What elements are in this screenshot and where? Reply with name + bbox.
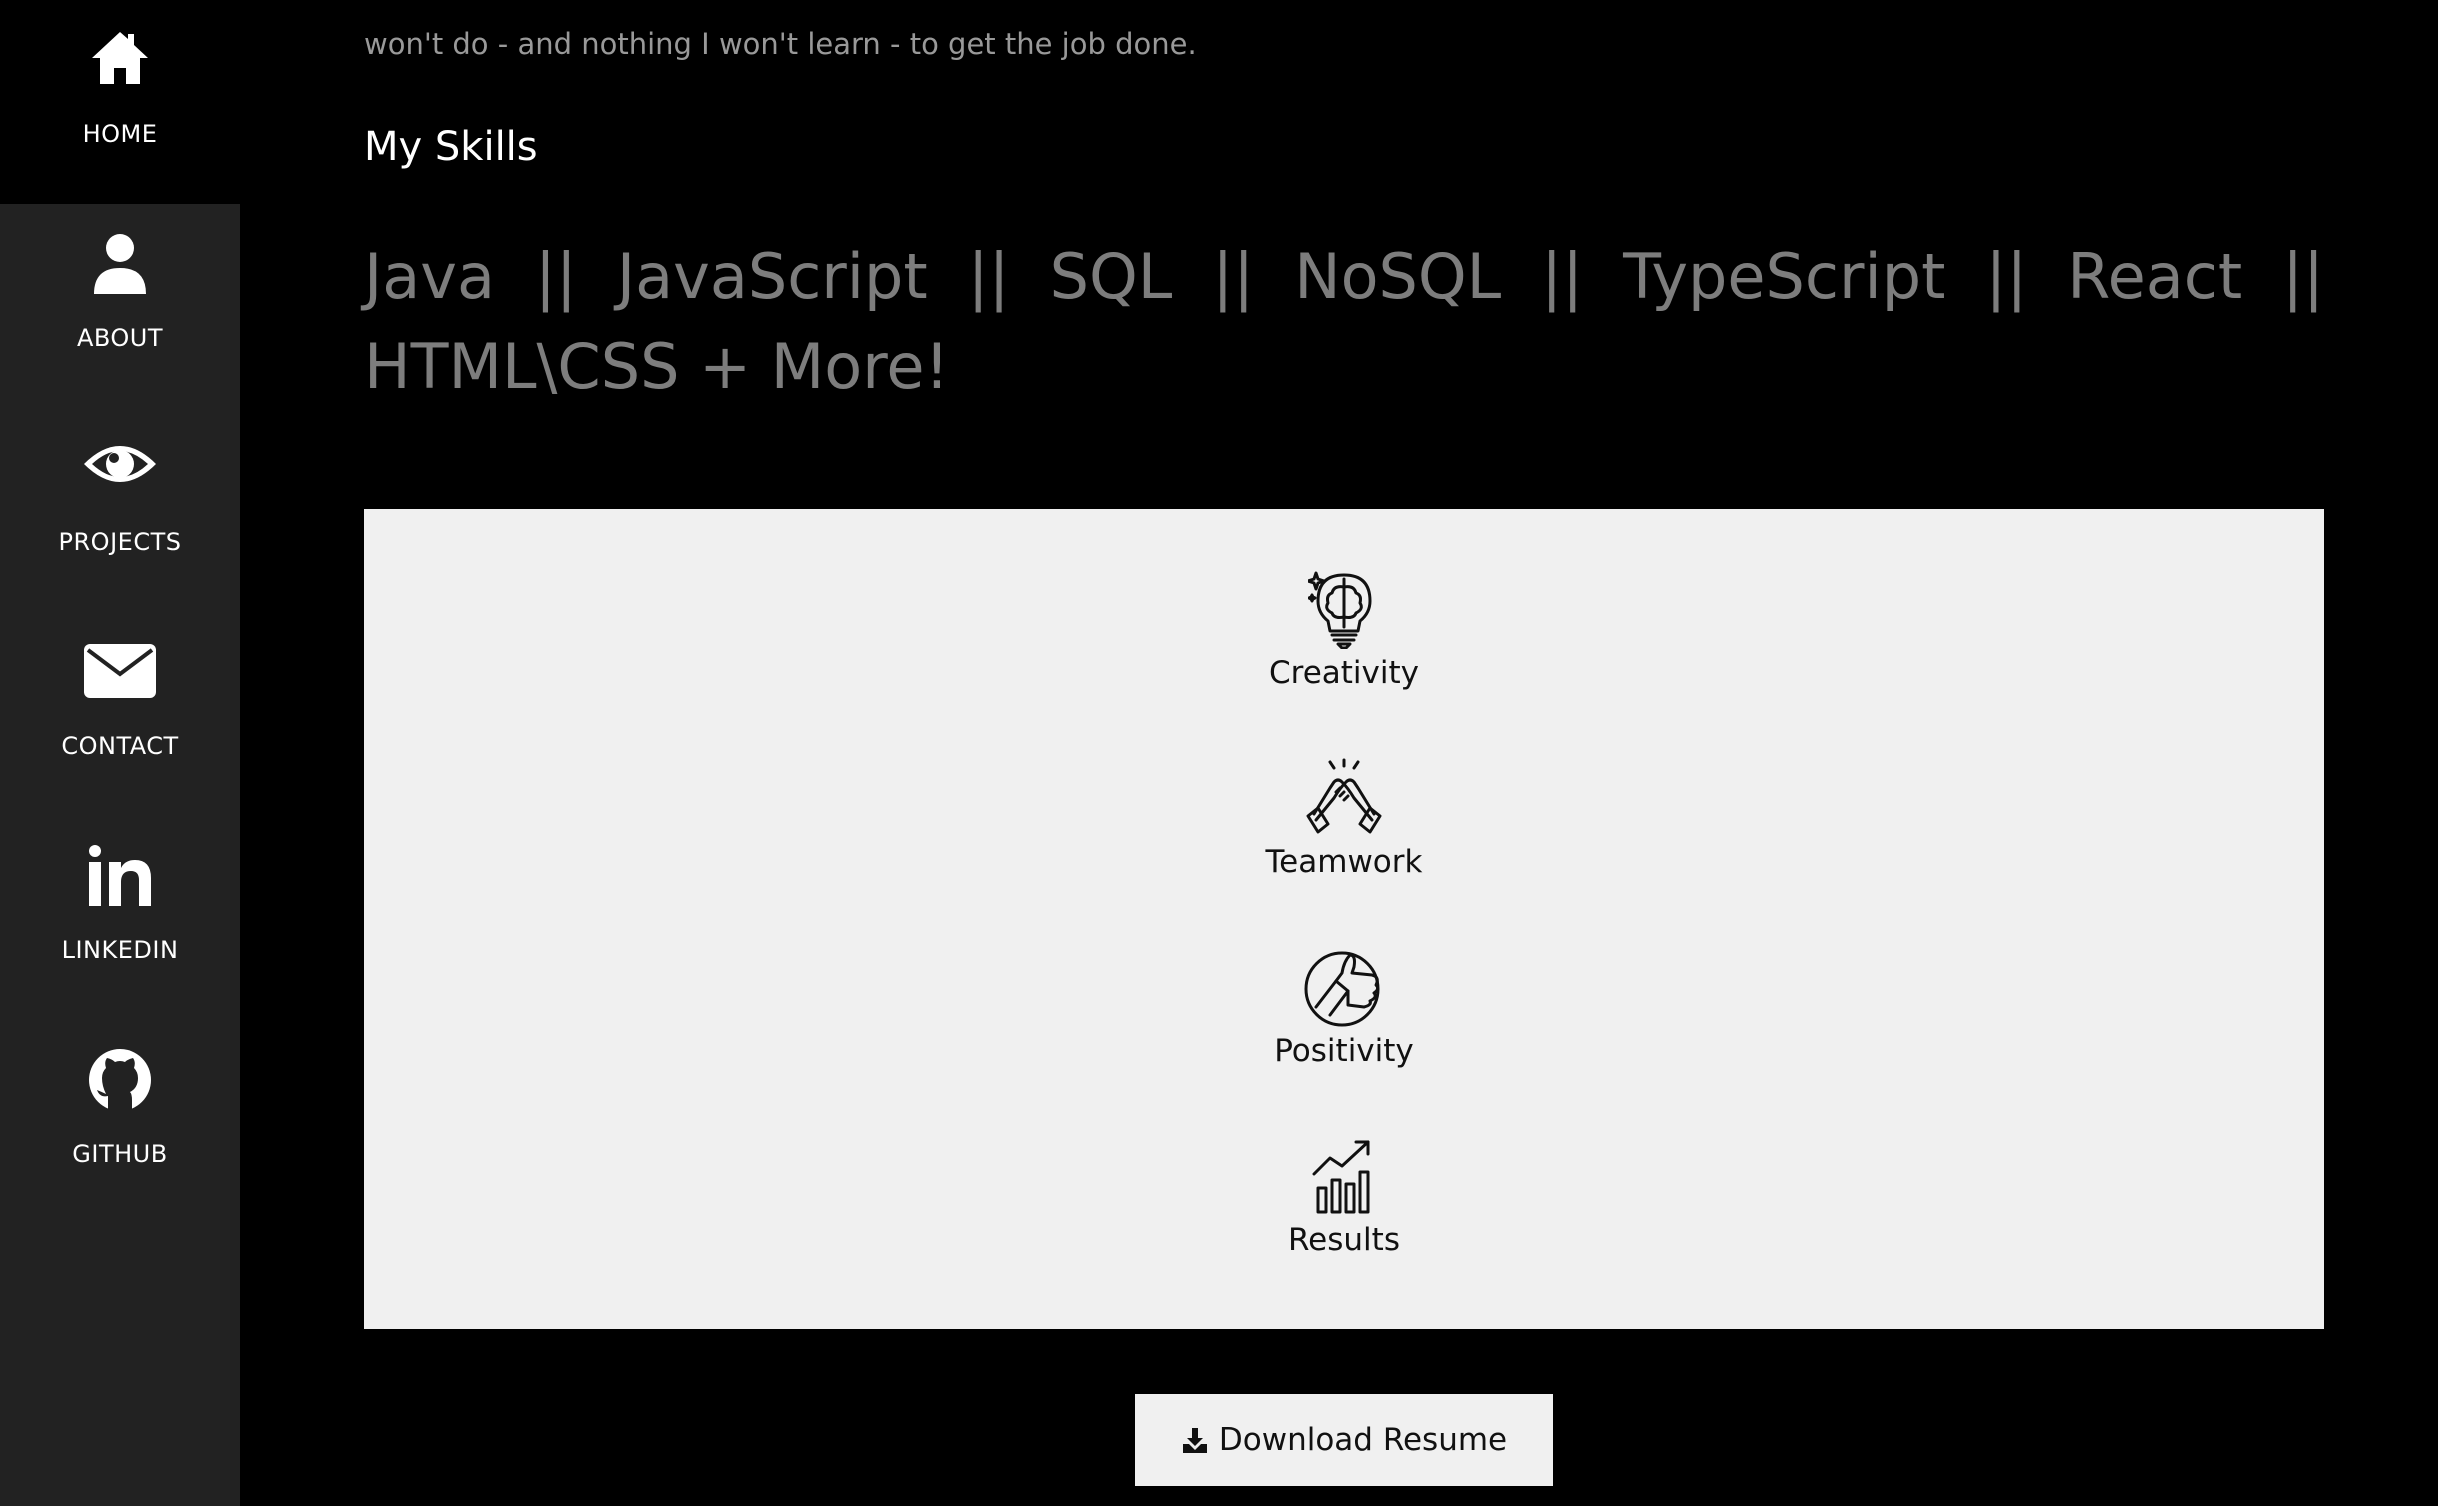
intro-paragraph: won't do - and nothing I won't learn - t…	[364, 0, 2324, 68]
growth-chart-icon	[1312, 1140, 1370, 1214]
soft-skill-results: Results	[364, 1136, 2324, 1258]
soft-skill-teamwork: Teamwork	[364, 758, 2324, 880]
nav-item-linkedin[interactable]: LINKEDIN	[0, 816, 240, 1020]
nav-item-contact[interactable]: CONTACT	[0, 612, 240, 816]
nav-item-about[interactable]: ABOUT	[0, 204, 240, 408]
skills-heading: My Skills	[364, 124, 538, 170]
soft-skill-label: Creativity	[1268, 655, 1419, 691]
thumbs-up-icon	[1304, 951, 1380, 1027]
nav-item-projects[interactable]: PROJECTS	[0, 408, 240, 612]
nav-label-linkedin: LINKEDIN	[61, 936, 179, 964]
envelope-icon	[84, 644, 156, 698]
nav-label-contact: CONTACT	[61, 732, 179, 760]
handshake-icon	[1306, 758, 1382, 834]
soft-skill-label: Teamwork	[1265, 844, 1423, 880]
intro-text-line: won't do - and nothing I won't learn - t…	[364, 27, 1197, 61]
nav-label-home: HOME	[82, 120, 158, 148]
download-resume-label: Download Resume	[1218, 1422, 1508, 1458]
download-resume-button[interactable]: Download Resume	[1135, 1394, 1553, 1486]
user-icon	[94, 234, 146, 294]
soft-skill-positivity: Positivity	[364, 947, 2324, 1069]
nav-label-github: GITHUB	[72, 1140, 168, 1168]
sidebar-nav: HOME ABOUT PROJECTS CONTACT LINKEDIN GIT…	[0, 0, 240, 1506]
nav-item-home[interactable]: HOME	[0, 0, 240, 204]
nav-label-about: ABOUT	[76, 324, 164, 352]
nav-label-projects: PROJECTS	[58, 528, 182, 556]
github-icon	[89, 1049, 151, 1112]
linkedin-icon	[89, 845, 151, 906]
nav-item-github[interactable]: GITHUB	[0, 1020, 240, 1224]
eye-icon	[84, 446, 156, 482]
download-icon	[1182, 1428, 1207, 1453]
intro-partial-line-top	[364, 0, 2324, 20]
soft-skill-creativity: Creativity	[364, 569, 2324, 691]
brain-lightbulb-icon	[1308, 571, 1372, 649]
soft-skills-panel: Creativity Teamwork Positivity Results	[364, 509, 2324, 1329]
home-icon	[92, 32, 148, 84]
soft-skill-label: Results	[1288, 1222, 1400, 1258]
skills-list: Java || JavaScript || SQL || NoSQL || Ty…	[364, 240, 2324, 403]
soft-skill-label: Positivity	[1274, 1033, 1414, 1069]
